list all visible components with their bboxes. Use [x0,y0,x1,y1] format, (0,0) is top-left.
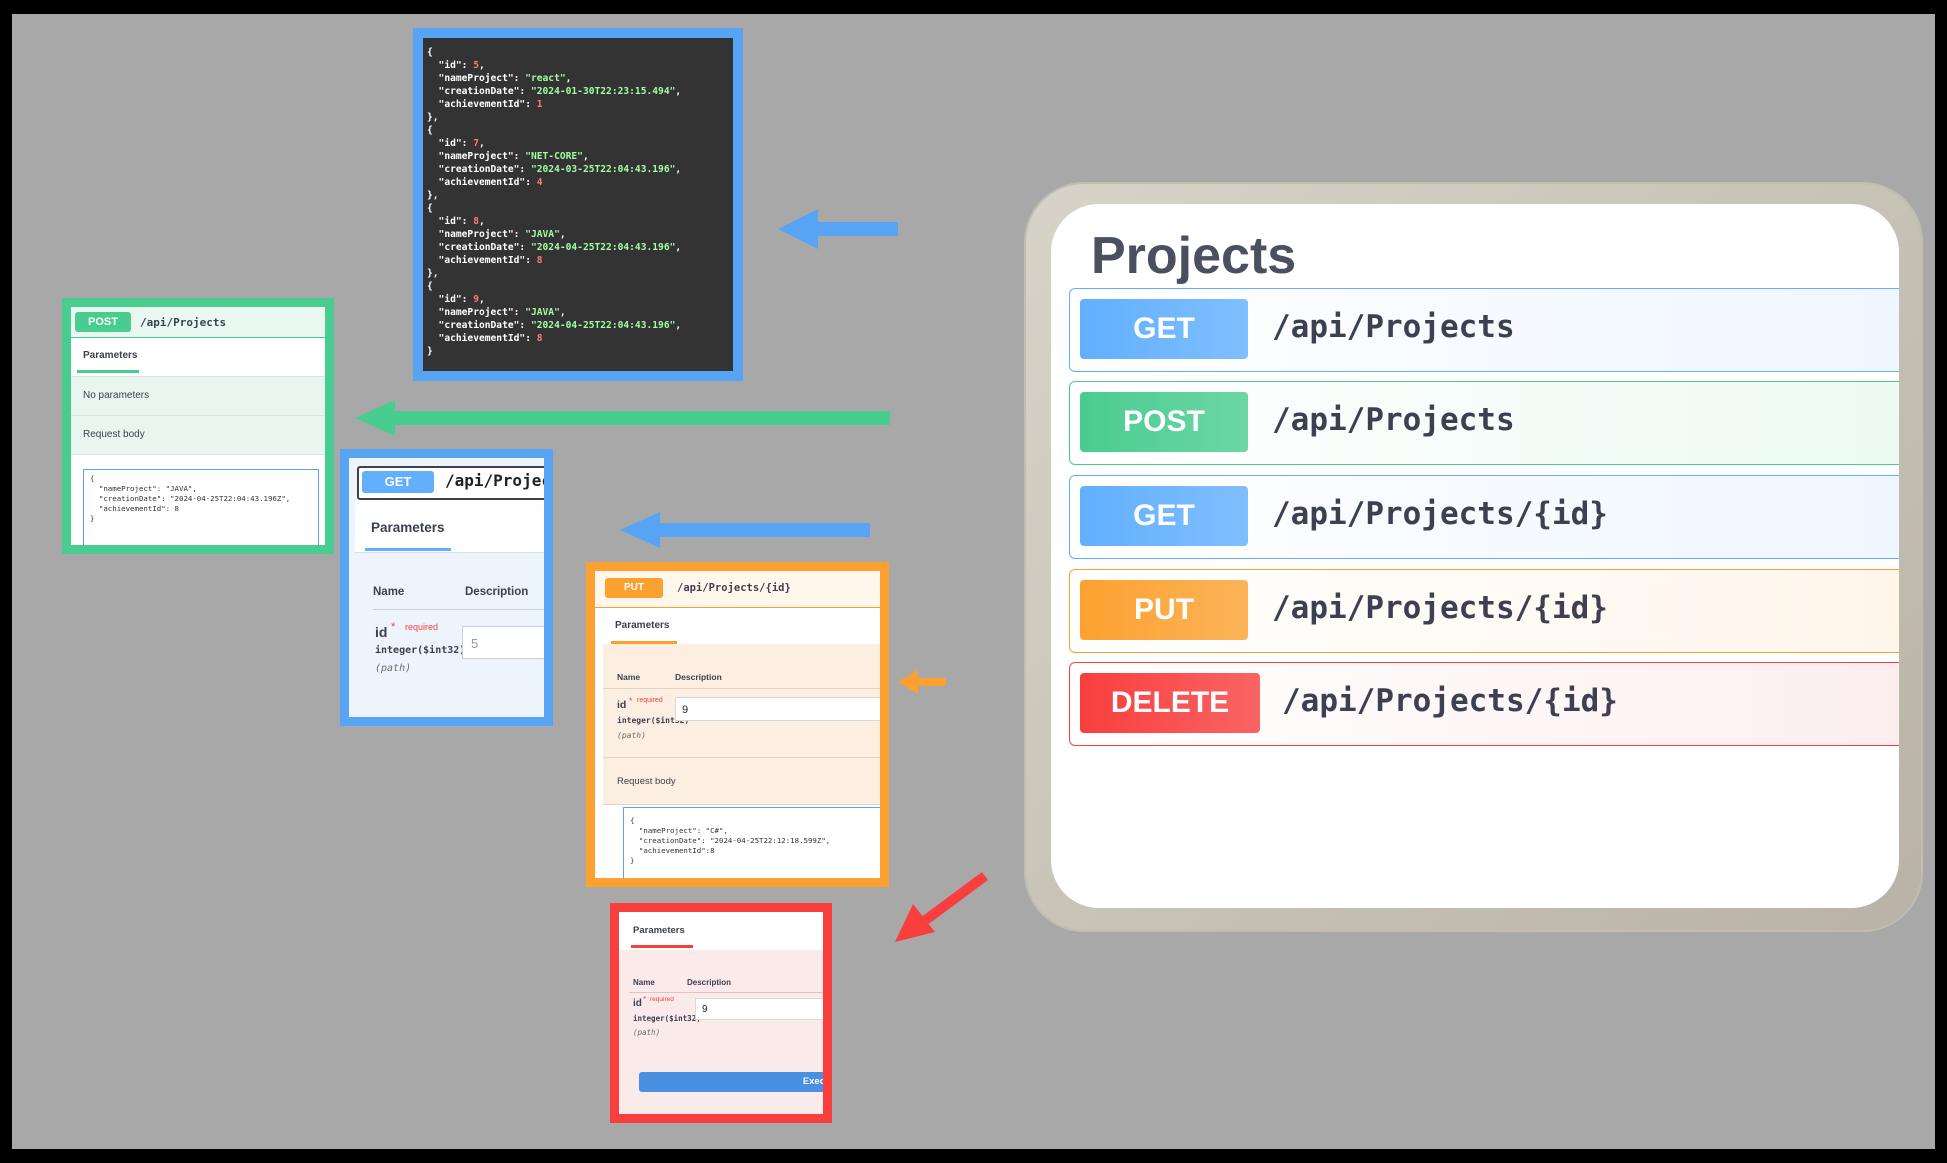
tab-underline [77,370,139,373]
tab-parameters[interactable]: Parameters [371,520,445,535]
param-name: id [617,699,627,711]
projects-card: Projects GET/api/Projects POST/api/Projec… [1026,184,1921,930]
col-name-header: Name [633,978,655,987]
required-star: * [629,696,633,706]
put-path: /api/Projects/{id} [677,582,791,594]
id-input[interactable]: 9 [675,697,880,721]
put-method-badge: PUT [605,578,663,598]
required-label: required [650,996,674,1003]
post-operation-header[interactable]: POST /api/Projects [71,307,325,338]
arrow-post [355,400,890,436]
tab-parameters[interactable]: Parameters [633,925,685,936]
delete-tabs: Parameters [619,912,823,950]
method-badge: POST [1080,392,1248,452]
put-operation-header[interactable]: PUT /api/Projects/{id} [595,571,880,608]
tab-underline [365,548,451,551]
projects-card-inner: Projects GET/api/Projects POST/api/Projec… [1051,204,1899,908]
request-body-label: Request body [617,776,676,787]
get-project-by-id-panel: GET /api/Project Parameters Name Descrip… [340,449,553,726]
operation-get-0[interactable]: GET/api/Projects [1069,288,1899,372]
col-name-header: Name [617,672,641,682]
param-location: (path) [617,731,646,740]
required-label: required [405,622,439,632]
col-description-header: Description [465,586,529,598]
get-operation-header[interactable]: GET /api/Project [357,466,553,500]
tab-parameters[interactable]: Parameters [615,620,669,631]
param-location: (path) [375,663,412,674]
col-name-header: Name [373,586,405,598]
operation-get-2[interactable]: GET/api/Projects/{id} [1069,475,1899,559]
col-description-header: Description [687,978,732,987]
arrow-put [898,670,946,694]
json-response-code: { "id": 5, "nameProject": "react", "crea… [427,47,682,357]
method-badge: GET [1080,299,1248,359]
param-type: integer($int32) [633,1014,701,1023]
id-input[interactable]: 5 [462,626,544,659]
json-response-panel: { "id": 5, "nameProject": "react", "crea… [413,28,743,381]
request-body-editor[interactable]: { "nameProject": "C#", "creationDate": "… [623,807,880,878]
param-location: (path) [633,1028,661,1037]
col-description-header: Description [675,672,722,682]
operation-post-1[interactable]: POST/api/Projects [1069,381,1899,465]
request-body-label: Request body [71,416,325,455]
arrow-delete [895,871,988,942]
tab-parameters[interactable]: Parameters [83,350,137,361]
method-badge: PUT [1080,580,1248,640]
param-name: id [633,998,642,1009]
put-project-panel: PUT /api/Projects/{id} Parameters Name D… [586,562,889,887]
get-method-badge: GET [362,471,434,493]
required-label: required [637,697,663,704]
delete-project-panel: Parameters Name Description id * require… [610,903,832,1123]
method-badge: GET [1080,486,1248,546]
arrow-get-id [620,512,870,548]
operation-put-3[interactable]: PUT/api/Projects/{id} [1069,569,1899,653]
request-body-section: Request body [603,757,880,805]
operation-path: /api/Projects/{id} [1272,496,1608,532]
post-path: /api/Projects [140,315,227,329]
post-method-badge: POST [75,312,131,332]
post-tabs: Parameters [71,338,325,377]
no-parameters-text: No parameters [71,377,325,416]
required-star: * [391,621,396,633]
get-path: /api/Project [445,471,553,490]
param-name: id [375,624,388,640]
put-tabs: Parameters [603,608,880,644]
get-tabs: Parameters [355,500,544,553]
method-badge: DELETE [1080,673,1260,733]
operation-path: /api/Projects [1272,402,1515,438]
execute-button[interactable]: Exec [639,1072,823,1092]
operation-path: /api/Projects/{id} [1282,683,1618,719]
request-body-editor[interactable]: { "nameProject": "JAVA", "creationDate":… [83,469,319,545]
tab-underline [631,945,693,948]
param-row: id * required integer($int32) (path) 9 [603,689,880,757]
param-type: integer($int32) [375,645,466,656]
table-divider [629,992,823,993]
id-input[interactable]: 9 [695,998,823,1020]
table-divider [373,609,544,610]
operation-delete-4[interactable]: DELETE/api/Projects/{id} [1069,662,1899,746]
params-table-header: Name Description [603,644,880,689]
operation-path: /api/Projects/{id} [1272,590,1608,626]
operation-path: /api/Projects [1272,309,1515,345]
page-title: Projects [1091,227,1297,285]
post-projects-panel: POST /api/Projects Parameters No paramet… [62,298,334,554]
arrow-get-list [778,209,898,249]
required-star: * [643,995,647,1004]
